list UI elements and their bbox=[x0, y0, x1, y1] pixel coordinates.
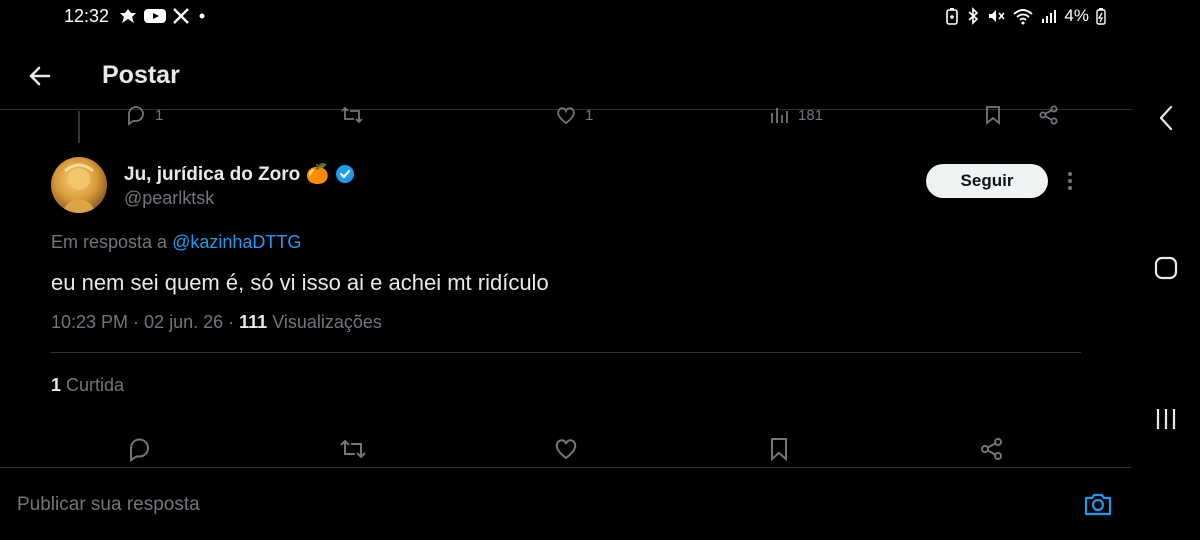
share-button[interactable] bbox=[977, 434, 1007, 464]
parent-reply-action[interactable]: 1 bbox=[125, 104, 163, 126]
status-time: 12:32 bbox=[64, 6, 110, 26]
avatar[interactable] bbox=[51, 157, 107, 213]
post-time: 10:23 PM bbox=[51, 312, 129, 332]
reply-input[interactable] bbox=[17, 494, 1017, 516]
views-icon bbox=[771, 108, 788, 123]
share-icon bbox=[981, 438, 1002, 460]
bookmark-button[interactable] bbox=[764, 434, 794, 464]
likes-label: Curtida bbox=[66, 375, 125, 395]
mute-icon bbox=[989, 10, 1006, 22]
repost-icon bbox=[341, 106, 363, 124]
more-vertical-icon bbox=[1068, 172, 1072, 190]
post-date: 02 jun. 26 bbox=[144, 312, 224, 332]
status-system-icons: 4% bbox=[945, 6, 1106, 26]
post-views-label: Visualizações bbox=[272, 312, 382, 332]
author-name-row[interactable]: Ju, jurídica do Zoro 🍊 bbox=[124, 162, 355, 186]
arrow-left-icon bbox=[29, 66, 51, 86]
dot-icon bbox=[199, 13, 205, 19]
battery-saver-icon bbox=[946, 8, 959, 25]
parent-post-action-bar: 1 1 181 bbox=[0, 100, 1132, 130]
parent-share-action[interactable] bbox=[1038, 104, 1060, 126]
reply-handle-link[interactable]: @kazinhaDTTG bbox=[172, 232, 301, 252]
post-view-count: 111 bbox=[239, 312, 268, 332]
reply-context: Em resposta a @kazinhaDTTG bbox=[51, 232, 301, 253]
recents-icon bbox=[1156, 409, 1176, 429]
avatar-illustration bbox=[63, 163, 95, 213]
chevron-left-icon bbox=[1159, 105, 1173, 131]
post-meta: 10:23 PM · 02 jun. 26 · 111 Visualizaçõe… bbox=[51, 312, 382, 332]
reply-icon bbox=[130, 438, 149, 462]
parent-view-count: 181 bbox=[798, 106, 824, 124]
reply-composer bbox=[0, 470, 1132, 540]
battery-icon bbox=[1096, 8, 1106, 25]
verified-badge-icon bbox=[336, 165, 355, 183]
camera-icon bbox=[1084, 493, 1112, 516]
parent-reply-count: 1 bbox=[155, 106, 164, 124]
like-button[interactable] bbox=[551, 434, 581, 464]
more-options-button[interactable] bbox=[1059, 169, 1081, 193]
post-text: eu nem sei quem é, só vi isso ai e achei… bbox=[51, 270, 549, 295]
reply-prefix: Em resposta a bbox=[51, 232, 168, 252]
post-author: Ju, jurídica do Zoro 🍊 @pearlktsk Seguir bbox=[51, 157, 1081, 215]
post-action-bar bbox=[0, 430, 1132, 468]
heart-icon bbox=[557, 107, 575, 125]
divider bbox=[51, 352, 1081, 353]
system-back-button[interactable] bbox=[1150, 102, 1182, 134]
parent-like-count: 1 bbox=[585, 106, 594, 124]
x-logo-icon bbox=[173, 8, 189, 24]
parent-views-action[interactable]: 181 bbox=[768, 104, 823, 126]
reply-icon bbox=[128, 106, 144, 126]
repost-icon bbox=[340, 439, 366, 459]
repost-button[interactable] bbox=[338, 434, 368, 464]
camera-button[interactable] bbox=[1082, 488, 1114, 520]
battery-percentage: 4% bbox=[1064, 6, 1089, 25]
status-notification-icons bbox=[118, 7, 208, 25]
back-button[interactable] bbox=[22, 58, 58, 94]
system-recents-button[interactable] bbox=[1150, 403, 1182, 435]
system-home-button[interactable] bbox=[1150, 252, 1182, 284]
wifi-icon bbox=[1013, 9, 1034, 25]
bookmark-icon bbox=[986, 106, 1000, 125]
status-bar: 12:32 4% bbox=[0, 0, 1132, 34]
reply-button[interactable] bbox=[125, 434, 155, 464]
bluetooth-icon bbox=[968, 7, 979, 25]
likes-count: 1 bbox=[51, 375, 62, 395]
share-icon bbox=[1039, 105, 1058, 125]
author-name: Ju, jurídica do Zoro 🍊 bbox=[124, 164, 330, 185]
parent-repost-action[interactable] bbox=[340, 104, 364, 126]
likes-summary[interactable]: 1 Curtida bbox=[51, 375, 124, 396]
follow-button[interactable]: Seguir bbox=[926, 164, 1048, 198]
author-handle[interactable]: @pearlktsk bbox=[124, 188, 214, 209]
bookmark-icon bbox=[771, 438, 787, 462]
system-navigation-bar bbox=[1132, 0, 1200, 540]
thread-connector-line bbox=[78, 111, 80, 143]
parent-like-action[interactable]: 1 bbox=[555, 104, 593, 126]
home-square-icon bbox=[1154, 256, 1178, 280]
heart-icon bbox=[555, 439, 577, 460]
parent-bookmark-action[interactable] bbox=[982, 104, 1004, 126]
notification-icon bbox=[120, 9, 136, 23]
page-title: Postar bbox=[102, 61, 180, 89]
youtube-icon bbox=[144, 9, 166, 23]
signal-icon bbox=[1042, 10, 1057, 23]
